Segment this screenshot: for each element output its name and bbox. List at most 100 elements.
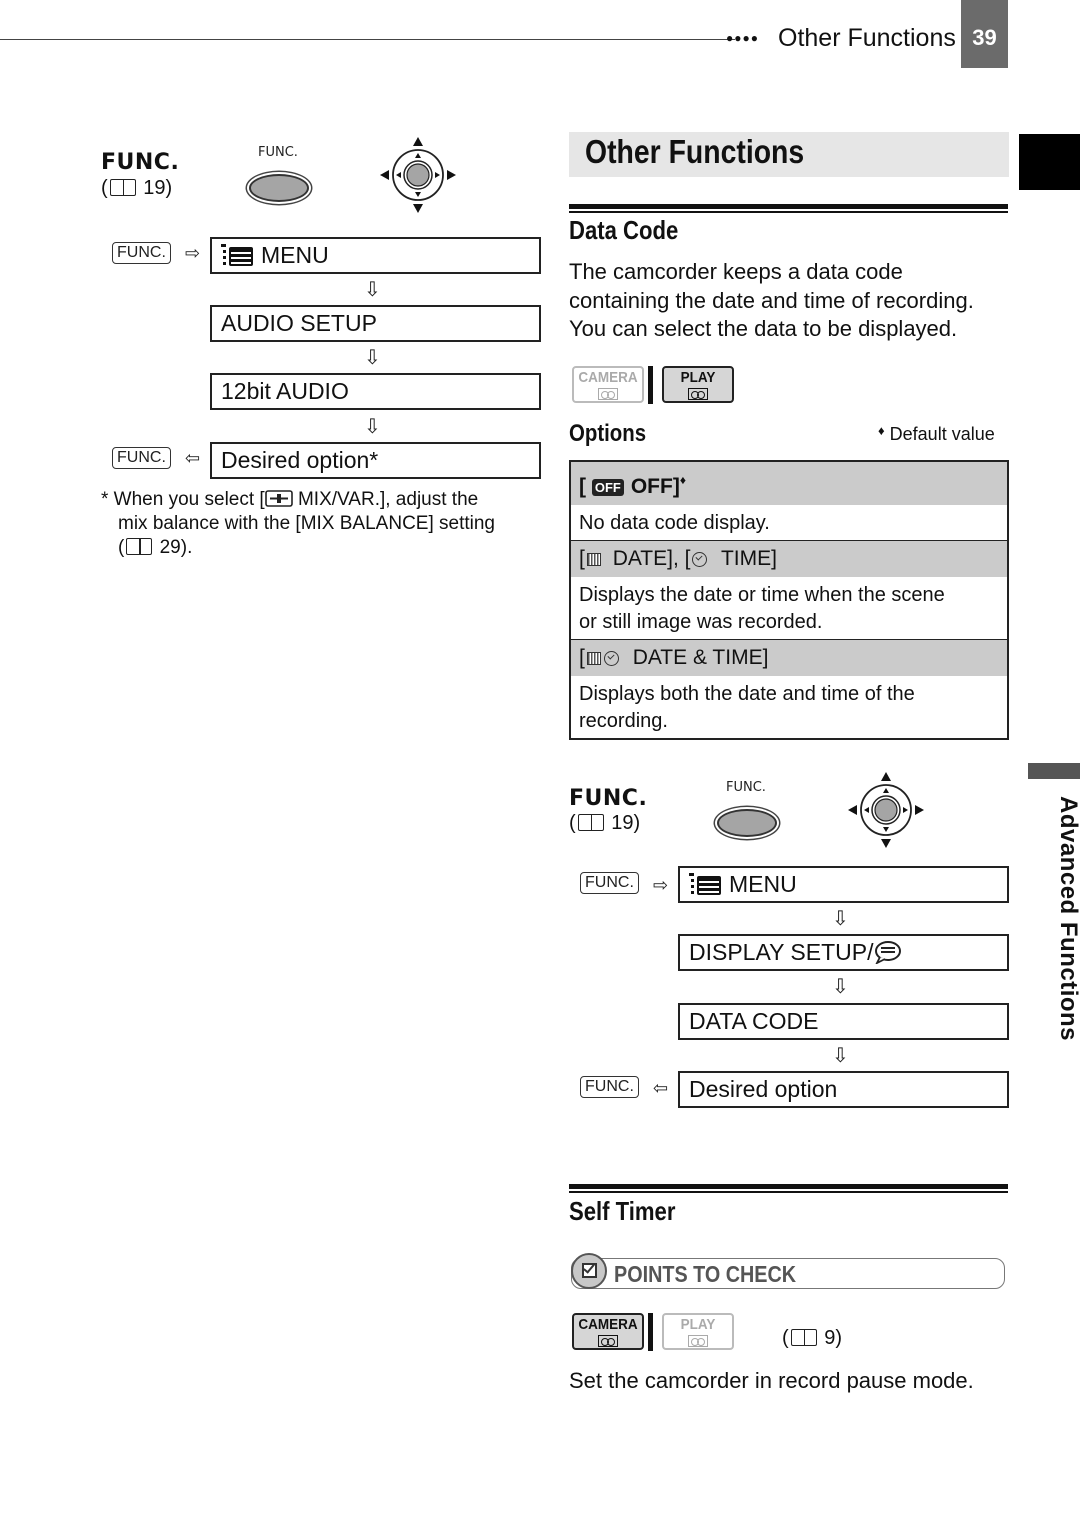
play-mode-badge: PLAY: [662, 1313, 734, 1350]
option-date-time-description: Displays the date or time when the scene…: [571, 577, 1007, 639]
func-button-label: FUNC.: [726, 780, 766, 795]
play-mode-label: PLAY: [680, 1316, 716, 1333]
ref-open: (: [569, 812, 576, 834]
func-title: FUNC.: [101, 150, 180, 175]
page-title: Other Functions: [585, 133, 805, 170]
func-button-icon: [249, 174, 309, 202]
page-title-band: Other Functions: [569, 132, 1009, 177]
default-legend: ♦ Default value: [878, 423, 995, 445]
options-heading: Options: [569, 420, 647, 447]
side-tab-marker: [1028, 763, 1080, 779]
description-line: containing the date and time of recordin…: [569, 287, 974, 313]
default-marker-icon: ♦: [878, 423, 885, 438]
display-speech-icon: [874, 941, 901, 966]
tape-icon: [688, 1335, 708, 1347]
book-icon: [577, 814, 604, 831]
func-key-end: FUNC.: [580, 1076, 639, 1098]
camera-mode-label: CAMERA: [578, 1316, 638, 1333]
func-button-label: FUNC.: [258, 145, 298, 160]
joystick-icon: [848, 772, 924, 848]
arrow-down-icon: ⇩: [364, 279, 381, 301]
step-desired-option: Desired option*: [210, 442, 541, 479]
step-display-setup: DISPLAY SETUP/: [678, 934, 1009, 971]
section-rule: [569, 1184, 1008, 1189]
header-dots: ●●●●: [726, 31, 759, 45]
footnote-text: * When you select [: [101, 489, 265, 510]
ref-page: 9): [824, 1327, 843, 1349]
checkbox-icon: [571, 1253, 607, 1289]
arrow-down-icon: ⇩: [832, 1045, 849, 1067]
ref-page: 29).: [159, 537, 193, 558]
func-title: FUNC.: [569, 786, 648, 811]
step-menu: MENU: [678, 866, 1009, 903]
camera-mode-badge: CAMERA: [572, 366, 644, 403]
ref-open: (: [101, 177, 108, 199]
step-menu: MENU: [210, 237, 541, 274]
data-code-description: The camcorder keeps a data code containi…: [569, 258, 974, 344]
arrow-down-icon: ⇩: [364, 416, 381, 438]
footnote: * When you select [ MIX/VAR.], adjust th…: [101, 488, 541, 560]
arrow-right-icon: ⇨: [185, 243, 201, 263]
arrow-down-icon: ⇩: [364, 347, 381, 369]
mix-var-icon: [264, 490, 293, 507]
section-rule-thin: [569, 1191, 1008, 1193]
tape-icon: [688, 388, 708, 400]
section-rule: [569, 204, 1008, 209]
chapter-marker: [1019, 134, 1080, 190]
option-date-time-header: [ DATE], [ TIME]: [571, 540, 1007, 577]
arrow-down-icon: ⇩: [832, 976, 849, 998]
off-icon: OFF: [591, 479, 624, 496]
mode-separator: [648, 366, 653, 404]
func-key-start: FUNC.: [580, 872, 639, 894]
page-reference: ( 9): [782, 1327, 842, 1350]
func-key-start: FUNC.: [112, 242, 171, 264]
header-section-title: Other Functions: [778, 24, 956, 52]
book-icon: [109, 179, 136, 196]
section-rule-thin: [569, 211, 1008, 213]
description-line: or still image was recorded.: [579, 611, 823, 633]
options-table: [ OFF OFF]♦ No data code display. [ DATE]…: [569, 460, 1009, 740]
func-key-end: FUNC.: [112, 447, 171, 469]
option-off-header: [ OFF OFF]♦: [571, 462, 1007, 505]
ref-page: 19): [611, 812, 641, 834]
tape-icon: [598, 388, 618, 400]
clock-icon: [603, 651, 619, 666]
ref-open: (: [782, 1327, 789, 1349]
step-data-code: DATA CODE: [678, 1003, 1009, 1040]
footnote-text: mix balance with the [MIX BALANCE] setti…: [118, 513, 495, 534]
step-label: DISPLAY SETUP/: [689, 939, 874, 965]
ref-open: (: [118, 537, 125, 558]
arrow-left-icon: ⇦: [653, 1078, 669, 1098]
arrow-left-icon: ⇦: [185, 448, 201, 468]
calendar-icon: [586, 652, 601, 665]
default-marker-icon: ♦: [679, 473, 686, 487]
self-timer-instruction: Set the camcorder in record pause mode.: [569, 1368, 974, 1393]
camera-mode-badge: CAMERA: [572, 1313, 644, 1350]
option-label: DATE & TIME]: [632, 646, 769, 669]
description-line: The camcorder keeps a data code: [569, 259, 903, 284]
side-tab-label: Advanced Functions: [1055, 796, 1080, 1042]
self-timer-heading: Self Timer: [569, 1196, 676, 1226]
play-mode-label: PLAY: [680, 369, 716, 386]
menu-icon: [689, 873, 721, 895]
description-line: Displays both the date and time of the: [579, 683, 915, 705]
default-legend-text: Default value: [889, 424, 995, 444]
step-audio-setup: AUDIO SETUP: [210, 305, 541, 342]
arrow-down-icon: ⇩: [832, 908, 849, 930]
option-label: TIME]: [720, 547, 777, 570]
page-reference: ( 19): [569, 812, 640, 835]
option-label: OFF]: [630, 475, 680, 498]
description-line: recording.: [579, 710, 668, 732]
page-number: 39: [961, 0, 1008, 68]
func-button-icon: [717, 809, 777, 837]
tape-icon: [598, 1335, 618, 1347]
option-off-description: No data code display.: [571, 505, 1007, 540]
ref-page: 19): [143, 177, 173, 199]
step-label: MENU: [729, 871, 797, 897]
clock-icon: [692, 552, 708, 567]
footnote-text: MIX/VAR.], adjust the: [292, 489, 479, 510]
book-icon: [790, 1329, 817, 1346]
description-line: Displays the date or time when the scene: [579, 584, 945, 606]
calendar-icon: [586, 553, 601, 566]
step-12bit-audio: 12bit AUDIO: [210, 373, 541, 410]
